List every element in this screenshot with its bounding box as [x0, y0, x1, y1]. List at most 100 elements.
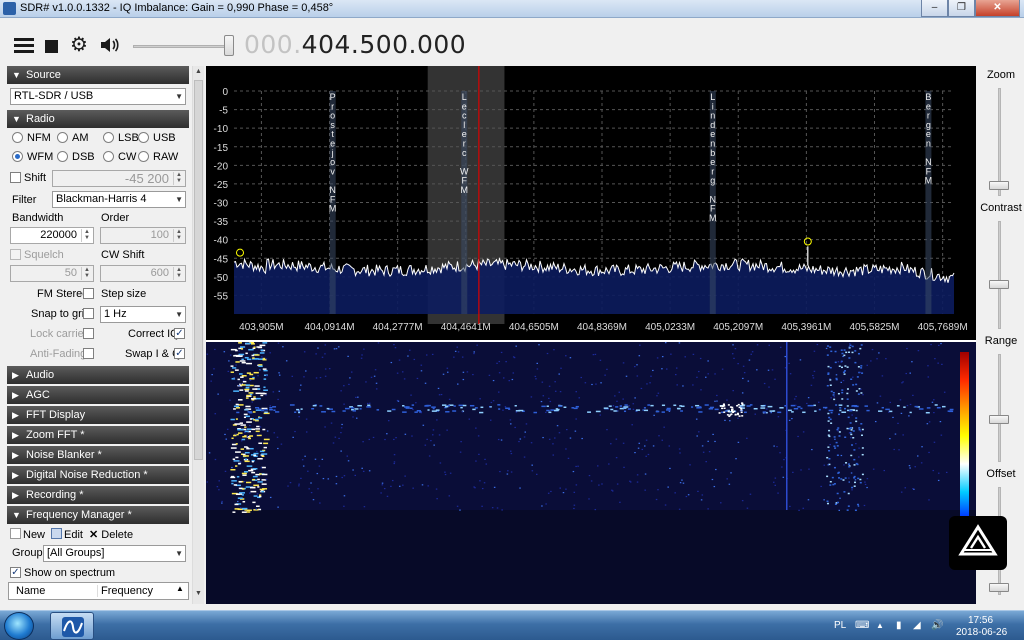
volume-track[interactable] — [133, 45, 233, 48]
mode-label-lsb[interactable]: LSB — [118, 132, 139, 144]
spectrum-display[interactable]: 0 -5 -10 -15 -20 -25 -30 -35 -40 -45 -50 -55 403,905… — [206, 66, 976, 340]
offset-slider[interactable] — [989, 583, 1009, 592]
close-button[interactable]: ✕ — [975, 0, 1020, 17]
swapiq-checkbox[interactable]: ✓ — [174, 348, 185, 359]
panel-header-audio[interactable]: ▶ Audio — [7, 366, 189, 384]
panel-header-fft-display[interactable]: ▶ FFT Display — [7, 406, 189, 424]
mode-radio-dsb[interactable] — [57, 151, 68, 162]
frequency-display[interactable]: 000.404.500.000 — [244, 30, 466, 59]
keyboard-icon[interactable]: ⌨ — [855, 621, 869, 631]
mode-row-2: WFM DSB CW RAW — [7, 147, 189, 166]
waterfall-noise-pixel — [795, 395, 797, 398]
waterfall-streak-pixel — [254, 407, 260, 409]
panel-header-recording[interactable]: ▶ Recording * — [7, 486, 189, 504]
mode-radio-lsb[interactable] — [103, 132, 114, 143]
antifading-checkbox[interactable] — [83, 348, 94, 359]
panel-header-zoom-fft[interactable]: ▶ Zoom FFT * — [7, 426, 189, 444]
fmstereo-checkbox[interactable] — [83, 288, 94, 299]
list-scroll-up-icon[interactable]: ▲ — [176, 584, 184, 593]
contrast-track[interactable] — [998, 221, 1001, 329]
radio-header[interactable]: ▼ Radio — [7, 110, 189, 128]
taskbar-sdr-app[interactable] — [50, 612, 94, 640]
clock-time[interactable]: 17:56 — [968, 615, 993, 626]
clock-date[interactable]: 2018-06-26 — [956, 627, 1007, 638]
column-name[interactable]: Name — [16, 585, 45, 597]
scroll-up-icon[interactable]: ▲ — [195, 68, 202, 75]
edit-button[interactable]: Edit — [51, 528, 83, 541]
left-panel-scrollbar[interactable]: ▲ ▼ — [192, 66, 204, 604]
shift-input[interactable]: -45 200 ▲ ▼ — [52, 170, 186, 187]
mode-radio-wfm[interactable] — [12, 151, 23, 162]
waterfall-noise-pixel — [541, 381, 544, 383]
language-indicator[interactable]: PL — [834, 620, 846, 631]
waterfall-noise-pixel — [261, 356, 263, 358]
mode-radio-cw[interactable] — [103, 151, 114, 162]
waterfall-signal-pixel — [253, 484, 259, 487]
spectrum-svg[interactable]: 0 -5 -10 -15 -20 -25 -30 -35 -40 -45 -50 -55 403,905… — [206, 66, 976, 340]
lockcarrier-checkbox[interactable] — [83, 328, 94, 339]
menu-icon[interactable] — [14, 38, 34, 53]
stop-icon[interactable] — [45, 40, 58, 53]
waterfall-noise-pixel — [229, 399, 231, 401]
mode-label-am[interactable]: AM — [72, 132, 89, 144]
shift-checkbox[interactable] — [10, 172, 21, 183]
mode-label-raw[interactable]: RAW — [153, 151, 178, 163]
volume-icon[interactable]: 🔊 — [931, 621, 943, 631]
waterfall-noise-pixel — [802, 507, 805, 509]
scroll-thumb[interactable] — [194, 80, 203, 460]
restore-button[interactable]: ❐ — [948, 0, 975, 17]
range-track[interactable] — [998, 354, 1001, 462]
new-button[interactable]: New — [10, 528, 45, 541]
waterfall-noise-pixel — [229, 354, 232, 356]
panel-header-noise-blanker[interactable]: ▶ Noise Blanker * — [7, 446, 189, 464]
order-input[interactable]: 100 ▲ ▼ — [100, 227, 186, 244]
waterfall-noise-pixel — [223, 351, 226, 353]
mode-radio-usb[interactable] — [138, 132, 149, 143]
minimize-button[interactable]: – — [921, 0, 948, 17]
mode-radio-am[interactable] — [57, 132, 68, 143]
mode-label-cw[interactable]: CW — [118, 151, 136, 163]
filter-select[interactable]: Blackman-Harris 4 ▼ — [52, 191, 186, 208]
scroll-down-icon[interactable]: ▼ — [195, 590, 202, 597]
battery-icon[interactable]: ▮ — [896, 621, 906, 631]
waterfall-noise-pixel — [636, 481, 639, 483]
tray-expand-icon[interactable]: ▲ — [876, 621, 886, 631]
source-select[interactable]: RTL-SDR / USB ▼ — [10, 88, 186, 105]
waterfall-noise-pixel — [347, 460, 350, 462]
gear-icon[interactable]: ⚙ — [70, 35, 88, 55]
mode-label-usb[interactable]: USB — [153, 132, 176, 144]
column-frequency[interactable]: Frequency — [97, 585, 153, 597]
mode-radio-raw[interactable] — [138, 151, 149, 162]
start-button[interactable] — [4, 612, 34, 640]
group-select[interactable]: [All Groups] ▼ — [43, 545, 186, 562]
bandwidth-input[interactable]: 220000 ▲ ▼ — [10, 227, 94, 244]
delete-button[interactable]: ✕ Delete — [89, 528, 133, 541]
waterfall-signal-pixel — [239, 492, 245, 494]
zoom-slider[interactable] — [989, 181, 1009, 190]
waterfall-display[interactable] — [206, 342, 976, 604]
waterfall-noise-pixel — [477, 435, 480, 437]
cwshift-input[interactable]: 600 ▲ ▼ — [100, 265, 186, 282]
volume-slider[interactable] — [224, 35, 234, 56]
panel-header-digital-noise-reduction[interactable]: ▶ Digital Noise Reduction * — [7, 466, 189, 484]
freqmgr-header[interactable]: ▼ Frequency Manager * — [7, 506, 189, 524]
step-select[interactable]: 1 Hz ▼ — [100, 306, 186, 323]
panel-header-agc[interactable]: ▶ AGC — [7, 386, 189, 404]
zoom-track[interactable] — [998, 88, 1001, 196]
mode-radio-nfm[interactable] — [12, 132, 23, 143]
source-header[interactable]: ▼ Source — [7, 66, 189, 84]
squelch-input[interactable]: 50 ▲ ▼ — [10, 265, 94, 282]
speaker-icon[interactable] — [100, 37, 120, 56]
mode-label-dsb[interactable]: DSB — [72, 151, 95, 163]
correctiq-checkbox[interactable]: ✓ — [174, 328, 185, 339]
mode-label-nfm[interactable]: NFM — [27, 132, 51, 144]
network-icon[interactable]: ◢ — [913, 621, 923, 631]
snap-checkbox[interactable] — [83, 308, 94, 319]
y-tick-label: -30 — [214, 199, 229, 210]
contrast-slider[interactable] — [989, 280, 1009, 289]
mode-label-wfm[interactable]: WFM — [27, 151, 53, 163]
waterfall-burst-pixel — [740, 409, 743, 411]
show-on-spectrum-checkbox[interactable]: ✓ — [10, 567, 21, 578]
squelch-checkbox[interactable] — [10, 249, 21, 260]
range-slider[interactable] — [989, 415, 1009, 424]
